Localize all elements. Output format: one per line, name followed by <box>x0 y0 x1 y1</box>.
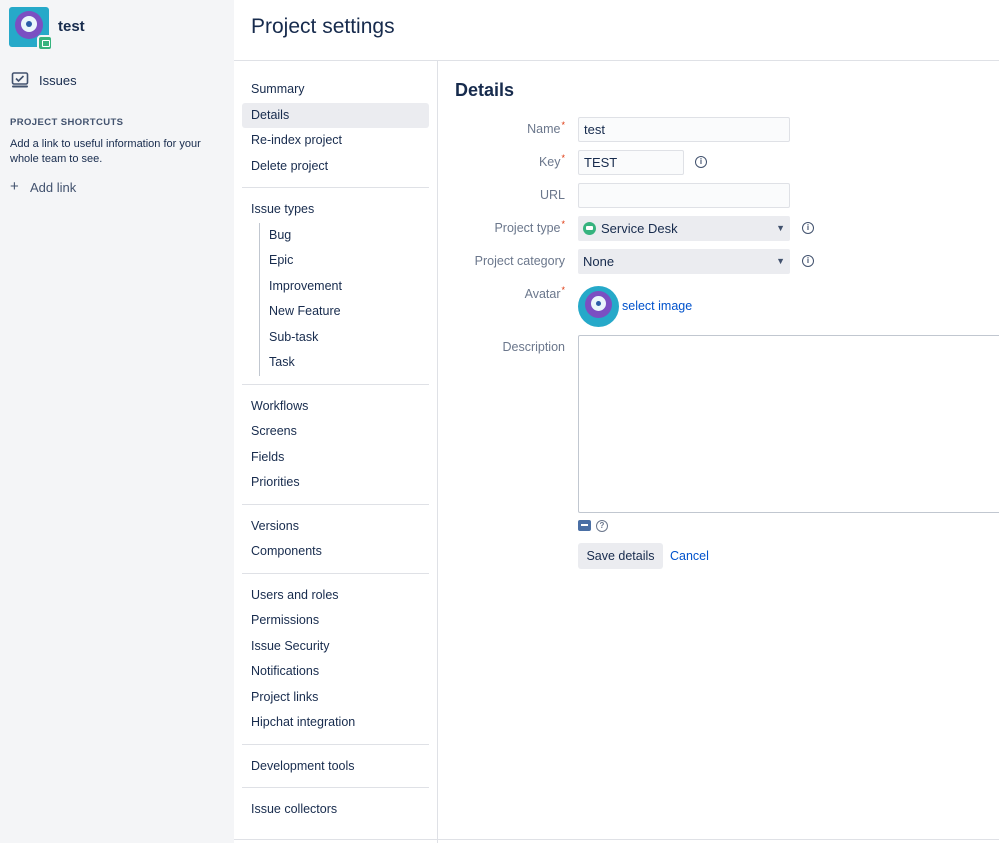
sidebar-item-label: Issues <box>39 73 77 88</box>
name-label: Name* <box>527 120 565 136</box>
settings-nav-development-tools[interactable]: Development tools <box>242 754 429 780</box>
project-type-value: Service Desk <box>601 221 678 236</box>
settings-nav-hipchat-integration[interactable]: Hipchat integration <box>242 710 429 736</box>
required-marker: * <box>561 153 565 163</box>
description-label: Description <box>502 340 565 354</box>
settings-nav-reindex-project[interactable]: Re-index project <box>242 128 429 154</box>
project-avatar-image[interactable] <box>578 286 619 327</box>
project-category-select[interactable]: None ▼ <box>578 249 790 274</box>
chevron-down-icon: ▼ <box>776 223 785 233</box>
settings-nav-components[interactable]: Components <box>242 539 429 565</box>
nav-separator <box>242 503 429 505</box>
project-header[interactable]: test <box>9 7 229 51</box>
settings-nav-issue-types[interactable]: Issue types <box>242 197 429 223</box>
settings-nav-project-links[interactable]: Project links <box>242 685 429 711</box>
plus-icon: + <box>10 178 19 195</box>
settings-nav-notifications[interactable]: Notifications <box>242 659 429 685</box>
cancel-link[interactable]: Cancel <box>670 549 709 563</box>
settings-nav-issue-type-epic[interactable]: Epic <box>260 248 429 274</box>
required-marker: * <box>561 219 565 229</box>
add-link-label: Add link <box>30 180 77 195</box>
settings-nav-issue-collectors[interactable]: Issue collectors <box>242 797 429 823</box>
nav-separator <box>242 383 429 385</box>
settings-nav-issue-type-sub-task[interactable]: Sub-task <box>260 325 429 351</box>
settings-nav-users-and-roles[interactable]: Users and roles <box>242 583 429 609</box>
page-title: Project settings <box>251 15 395 38</box>
key-field[interactable]: TEST <box>578 150 684 175</box>
shortcuts-description: Add a link to useful information for you… <box>10 138 201 165</box>
url-label: URL <box>539 188 565 202</box>
required-marker: * <box>561 120 565 130</box>
project-category-info-icon[interactable]: i <box>802 255 814 267</box>
settings-nav-issue-type-task[interactable]: Task <box>260 350 429 376</box>
issues-icon <box>11 72 29 88</box>
project-category-value: None <box>583 254 615 269</box>
service-desk-icon <box>583 222 596 235</box>
project-category-label: Project category <box>474 254 565 268</box>
help-icon[interactable]: ? <box>596 520 608 532</box>
required-marker: * <box>561 285 565 295</box>
nav-separator <box>242 572 429 574</box>
name-field[interactable]: test <box>578 117 790 142</box>
settings-nav-fields[interactable]: Fields <box>242 445 429 471</box>
save-details-button[interactable]: Save details <box>578 543 663 569</box>
settings-nav-details[interactable]: Details <box>242 102 429 128</box>
project-type-info-icon[interactable]: i <box>802 222 814 234</box>
select-image-link[interactable]: select image <box>622 299 692 313</box>
nav-separator <box>242 743 429 745</box>
nav-separator <box>242 187 429 188</box>
chevron-down-icon: ▼ <box>776 256 785 266</box>
settings-nav-permissions[interactable]: Permissions <box>242 608 429 634</box>
key-info-icon[interactable]: i <box>695 156 707 168</box>
footer-divider <box>234 839 999 840</box>
settings-nav-summary[interactable]: Summary <box>242 77 429 103</box>
description-textarea[interactable] <box>578 335 999 513</box>
settings-nav-issue-type-bug[interactable]: Bug <box>260 223 429 249</box>
settings-nav-versions[interactable]: Versions <box>242 514 429 540</box>
settings-nav-delete-project[interactable]: Delete project <box>242 154 429 180</box>
wiki-markup-icon[interactable] <box>578 520 591 531</box>
details-heading: Details <box>455 80 515 100</box>
settings-nav-issue-security[interactable]: Issue Security <box>242 634 429 660</box>
project-type-label: Project type* <box>494 219 565 235</box>
settings-nav-issue-type-new-feature[interactable]: New Feature <box>260 299 429 325</box>
key-label: Key* <box>538 153 565 169</box>
project-name[interactable]: test <box>58 18 85 35</box>
avatar-label: Avatar* <box>524 285 565 301</box>
project-sidebar: test Issues PROJECT SHORTCUTS Add a link… <box>0 0 234 843</box>
settings-nav: Summary Details Re-index project Delete … <box>242 77 429 823</box>
project-avatar[interactable] <box>9 7 53 51</box>
settings-nav-screens[interactable]: Screens <box>242 419 429 445</box>
url-field[interactable] <box>578 183 790 208</box>
settings-nav-divider <box>437 61 438 843</box>
sidebar-item-issues[interactable]: Issues <box>0 65 234 97</box>
settings-nav-issue-type-improvement[interactable]: Improvement <box>260 274 429 300</box>
issue-types-subtree: Bug Epic Improvement New Feature Sub-tas… <box>259 222 429 376</box>
header-divider <box>234 60 999 61</box>
project-type-select[interactable]: Service Desk ▼ <box>578 216 790 241</box>
shortcuts-heading: PROJECT SHORTCUTS <box>10 117 124 128</box>
service-desk-badge-icon <box>37 35 53 51</box>
settings-nav-priorities[interactable]: Priorities <box>242 470 429 496</box>
settings-nav-workflows[interactable]: Workflows <box>242 394 429 420</box>
nav-separator <box>242 787 429 788</box>
